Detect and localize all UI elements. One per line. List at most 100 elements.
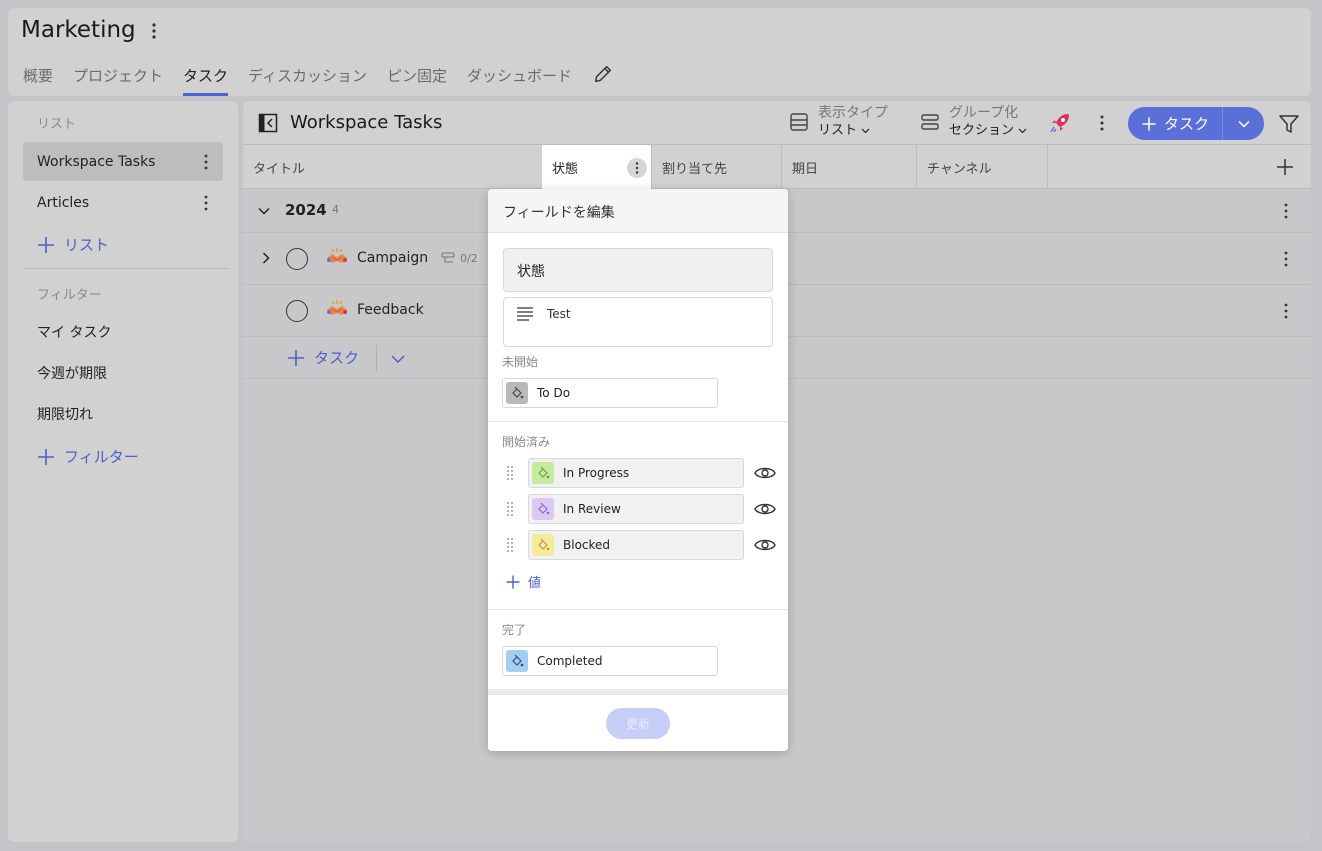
add-list-button[interactable]: リスト: [37, 234, 109, 255]
task-name[interactable]: Feedback: [357, 302, 424, 318]
status-value-label: To Do: [537, 386, 571, 400]
sidebar-item-label: Articles: [37, 194, 90, 211]
rocket-icon[interactable]: [1048, 111, 1072, 135]
chevron-down-icon[interactable]: [390, 351, 406, 367]
status-value-label: In Progress: [563, 466, 630, 480]
status-value-label: Completed: [537, 654, 603, 668]
sidebar-item-articles[interactable]: Articles: [23, 183, 223, 222]
column-title[interactable]: タイトル: [243, 145, 542, 189]
tab-discussions[interactable]: ディスカッション: [248, 64, 367, 96]
add-filter-button[interactable]: フィルター: [37, 446, 139, 467]
column-channel[interactable]: チャンネル: [917, 145, 1048, 189]
chevron-down-icon: [1237, 120, 1250, 128]
more-vertical-icon: [635, 162, 639, 174]
add-task-label: タスク: [1164, 115, 1210, 133]
collapse-sidebar-icon[interactable]: [258, 113, 278, 133]
popup-title: フィールドを編集: [488, 189, 788, 233]
status-value-todo[interactable]: To Do: [502, 378, 718, 408]
add-task-options-button[interactable]: [1223, 107, 1264, 140]
sidebar-filter-overdue[interactable]: 期限切れ: [37, 404, 93, 424]
inline-add-task-button[interactable]: タスク: [287, 347, 359, 368]
plus-icon: [38, 236, 54, 253]
more-vertical-icon[interactable]: [1283, 302, 1289, 320]
color-picker-button[interactable]: [506, 650, 528, 672]
inline-add-task-label: タスク: [314, 349, 360, 367]
section-not-started-label: 未開始: [502, 355, 539, 369]
tab-pinned[interactable]: ピン固定: [387, 64, 447, 96]
field-description-input[interactable]: Test: [503, 297, 773, 347]
sidebar-filter-due-this-week[interactable]: 今週が期限: [37, 363, 107, 383]
add-value-button[interactable]: 値: [506, 572, 541, 591]
drag-handle-icon[interactable]: [506, 537, 514, 553]
more-vertical-icon[interactable]: [1283, 250, 1289, 268]
filters-section-label: フィルター: [37, 288, 102, 303]
update-button[interactable]: 更新: [606, 708, 670, 739]
eye-icon[interactable]: [754, 465, 776, 481]
more-vertical-icon[interactable]: [203, 154, 209, 170]
task-complete-checkbox[interactable]: [286, 248, 308, 270]
tab-projects[interactable]: プロジェクト: [73, 64, 163, 96]
paint-bucket-icon: [512, 654, 524, 667]
group-by-button[interactable]: グループ化 セクション: [920, 105, 1027, 139]
edit-field-popup: フィールドを編集 状態 Test 未開始 To Do 開始済み In Progr…: [488, 189, 788, 751]
popup-footer: 更新: [488, 694, 788, 751]
column-header-row: タイトル 状態 割り当て先 期日 チャンネル: [243, 145, 1311, 189]
paint-bucket-icon: [538, 502, 550, 515]
eye-icon[interactable]: [754, 501, 776, 517]
add-filter-label: フィルター: [64, 448, 139, 466]
add-task-button[interactable]: タスク: [1128, 107, 1223, 140]
more-vertical-icon[interactable]: [203, 195, 209, 211]
status-value-in-review[interactable]: In Review: [528, 494, 744, 524]
tab-dashboard[interactable]: ダッシュボード: [467, 64, 572, 96]
plus-icon: [38, 448, 54, 465]
subtask-icon: [441, 252, 455, 263]
task-complete-checkbox[interactable]: [286, 300, 308, 322]
chevron-down-icon: [861, 128, 870, 134]
color-picker-button[interactable]: [532, 498, 554, 520]
column-options-button[interactable]: [627, 158, 647, 178]
more-vertical-icon[interactable]: [1283, 202, 1289, 220]
lists-section-label: リスト: [37, 117, 77, 132]
eye-icon[interactable]: [754, 537, 776, 553]
column-assignee[interactable]: 割り当て先: [652, 145, 782, 189]
group-by-value: セクション: [949, 122, 1027, 139]
filter-icon[interactable]: [1278, 113, 1300, 135]
tab-tasks[interactable]: タスク: [183, 64, 229, 96]
add-task-split-button: タスク: [1128, 107, 1264, 140]
color-picker-button[interactable]: [532, 462, 554, 484]
handshake-icon: [327, 248, 347, 263]
sidebar-item-label: Workspace Tasks: [37, 153, 156, 170]
status-value-completed[interactable]: Completed: [502, 646, 718, 676]
workspace-more-button[interactable]: [146, 20, 162, 42]
view-type-label: 表示タイプ: [818, 105, 888, 121]
plus-icon: [506, 575, 520, 588]
column-due-date[interactable]: 期日: [782, 145, 917, 189]
group-title: 2024: [285, 201, 327, 219]
tab-overview[interactable]: 概要: [23, 64, 53, 96]
color-picker-button[interactable]: [532, 534, 554, 556]
field-name-input[interactable]: 状態: [503, 248, 773, 292]
divider: [488, 609, 788, 610]
group-icon: [921, 114, 939, 130]
status-value-blocked[interactable]: Blocked: [528, 530, 744, 560]
column-status-label: 状態: [552, 161, 579, 177]
drag-handle-icon[interactable]: [506, 501, 514, 517]
workspace-tabs: 概要 プロジェクト タスク ディスカッション ピン固定 ダッシュボード: [23, 64, 614, 96]
more-vertical-icon[interactable]: [1099, 114, 1105, 132]
view-type-button[interactable]: 表示タイプ リスト: [789, 105, 888, 139]
task-name[interactable]: Campaign: [357, 250, 428, 266]
status-value-in-progress[interactable]: In Progress: [528, 458, 744, 488]
chevron-down-icon: [1018, 128, 1027, 134]
drag-handle-icon[interactable]: [506, 465, 514, 481]
chevron-down-icon[interactable]: [257, 204, 271, 218]
sidebar-item-workspace-tasks[interactable]: Workspace Tasks: [23, 142, 223, 181]
pencil-icon[interactable]: [592, 63, 614, 85]
task-toolbar: Workspace Tasks 表示タイプ リスト グループ化 セクション タス…: [243, 101, 1311, 145]
chevron-right-icon[interactable]: [259, 251, 273, 265]
group-by-label: グループ化: [949, 105, 1019, 121]
list-title: Workspace Tasks: [290, 112, 443, 133]
add-column-icon[interactable]: [1276, 158, 1294, 176]
sidebar-filter-my-tasks[interactable]: マイ タスク: [37, 322, 111, 342]
color-picker-button[interactable]: [506, 382, 528, 404]
group-count: 4: [332, 203, 339, 216]
